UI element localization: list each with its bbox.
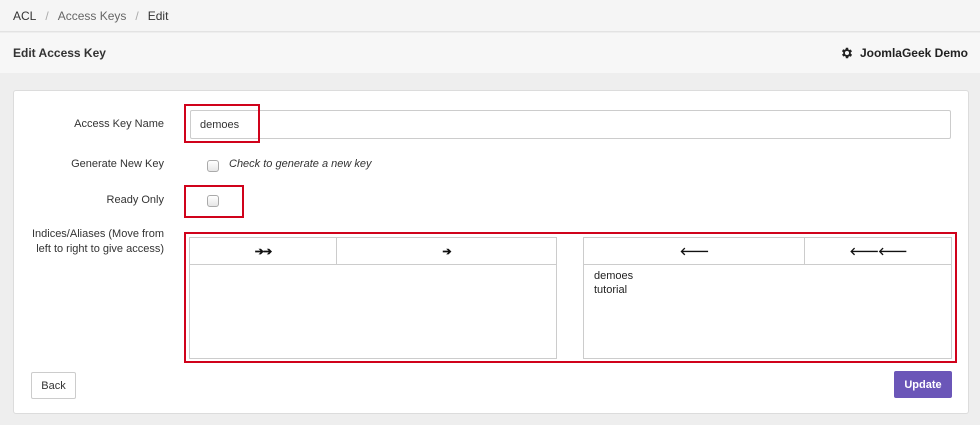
highlight-box-read-only (184, 185, 244, 218)
breadcrumb-acl[interactable]: ACL (13, 9, 36, 23)
page-title: Edit Access Key (13, 46, 106, 60)
breadcrumb: ACL / Access Keys / Edit (0, 0, 980, 32)
indices-aliases-label: Indices/Aliases (Move from left to right… (31, 228, 164, 255)
access-key-name-label: Access Key Name (74, 118, 164, 130)
gear-icon (841, 47, 852, 59)
update-button[interactable]: Update (894, 371, 952, 398)
breadcrumb-edit: Edit (147, 8, 169, 23)
breadcrumb-separator: / (45, 8, 49, 23)
edit-form-panel: Access Key Name Generate New Key Check t… (13, 90, 969, 414)
brand-label: JoomlaGeek Demo (859, 46, 968, 60)
highlight-box-name (184, 104, 260, 143)
generate-new-key-checkbox[interactable] (207, 160, 219, 172)
generate-new-key-label: Generate New Key (71, 158, 164, 170)
page-header: Edit Access Key JoomlaGeek Demo (0, 33, 980, 73)
back-button[interactable]: Back (31, 372, 76, 399)
breadcrumb-separator: / (135, 8, 139, 23)
generate-new-key-hint: Check to generate a new key (229, 158, 372, 170)
read-only-label: Ready Only (106, 194, 164, 206)
access-key-name-input[interactable] (190, 110, 951, 139)
highlight-box-lists (184, 232, 957, 363)
breadcrumb-access-keys[interactable]: Access Keys (58, 9, 127, 23)
brand[interactable]: JoomlaGeek Demo (840, 46, 968, 60)
